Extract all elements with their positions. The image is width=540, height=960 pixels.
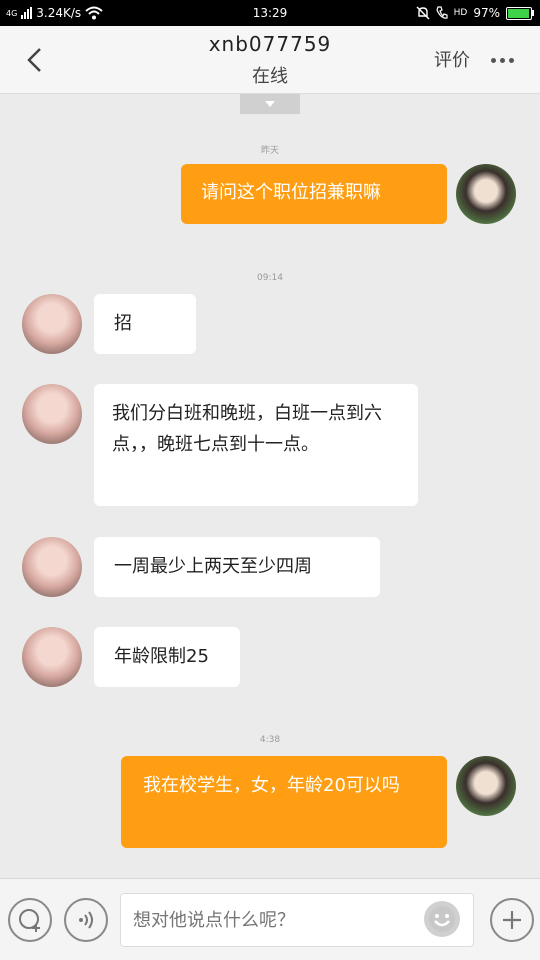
- clock: 13:29: [252, 6, 288, 20]
- timestamp: 昨天: [260, 146, 279, 156]
- triangle-down-icon: [265, 101, 275, 107]
- chat-header: xnb077759 在线 评价: [0, 26, 540, 94]
- contact-avatar[interactable]: [22, 627, 82, 687]
- signal-icon: [21, 7, 33, 19]
- hd-badge: HD: [453, 8, 468, 18]
- message-bubble-incoming[interactable]: 一周最少上两天至少四周: [94, 537, 380, 597]
- input-bar: [0, 878, 540, 960]
- network-speed: 3.24K/s: [36, 6, 82, 20]
- emoji-button[interactable]: [424, 901, 460, 937]
- message-bubble-outgoing[interactable]: 我在校学生，女，年龄20可以吗: [121, 756, 447, 848]
- message-bubble-outgoing[interactable]: 请问这个职位招兼职嘛: [181, 164, 447, 224]
- voice-icon: [79, 911, 93, 929]
- mute-bell-icon: [416, 6, 430, 20]
- my-avatar[interactable]: [456, 756, 516, 816]
- call-icon: [435, 6, 448, 19]
- plus-icon: [503, 911, 521, 929]
- rate-button[interactable]: 评价: [434, 46, 470, 72]
- battery-icon: [506, 6, 534, 20]
- timestamp: 09:14: [257, 273, 283, 283]
- chat-plus-icon: [19, 909, 40, 932]
- message-bubble-incoming[interactable]: 年龄限制25: [94, 627, 240, 687]
- my-avatar[interactable]: [456, 164, 516, 224]
- message-input[interactable]: [120, 893, 474, 947]
- contact-avatar[interactable]: [22, 294, 82, 354]
- battery-percent: 97%: [473, 6, 500, 20]
- contact-avatar[interactable]: [22, 537, 82, 597]
- more-options-icon[interactable]: [486, 44, 518, 76]
- network-type: 4G: [6, 8, 18, 18]
- add-attachment-button[interactable]: [490, 898, 534, 942]
- smiley-icon: [429, 906, 455, 932]
- contact-avatar[interactable]: [22, 384, 82, 444]
- message-bubble-incoming[interactable]: 我们分白班和晚班，白班一点到六点，，晚班七点到十一点。: [94, 384, 418, 506]
- timestamp: 4:38: [259, 735, 281, 745]
- voice-button[interactable]: [64, 898, 108, 942]
- expand-panel-toggle[interactable]: [240, 94, 300, 114]
- status-bar: 4G 3.24K/s 13:29 HD 97%: [0, 0, 540, 26]
- wifi-icon: [85, 6, 103, 20]
- quick-reply-button[interactable]: [8, 898, 52, 942]
- message-bubble-incoming[interactable]: 招: [94, 294, 196, 354]
